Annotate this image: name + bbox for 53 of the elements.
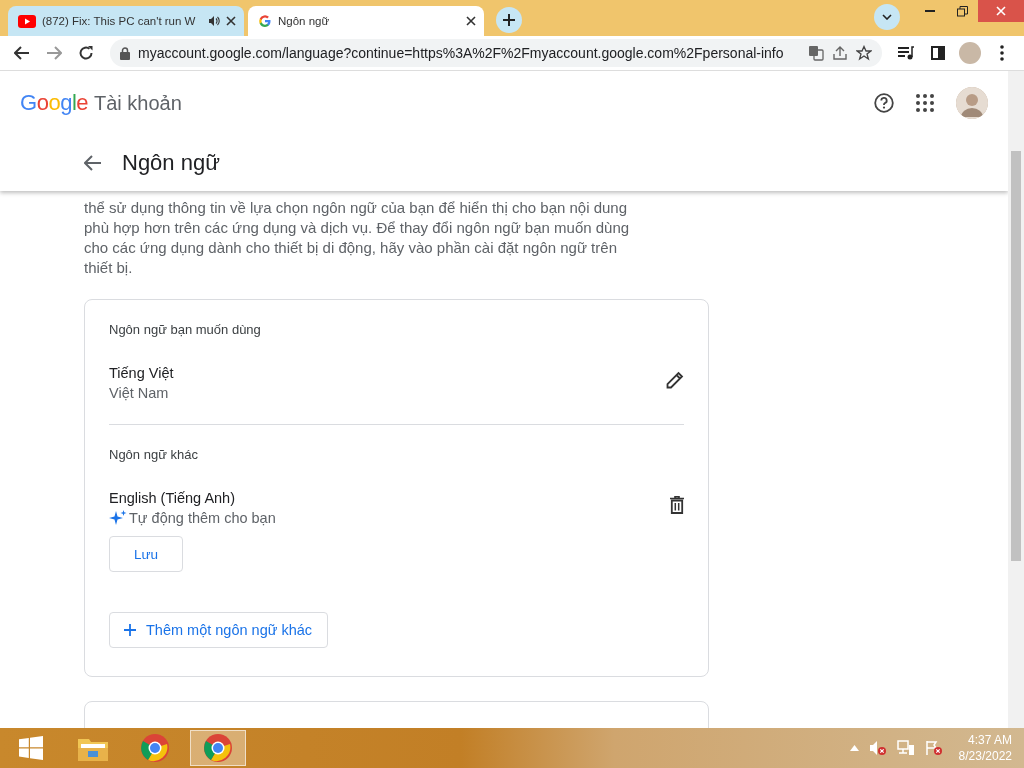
new-tab-button[interactable] xyxy=(496,7,522,33)
save-button[interactable]: Lưu xyxy=(109,536,183,572)
flag-icon[interactable] xyxy=(924,740,943,756)
forward-icon[interactable] xyxy=(46,46,62,60)
browser-tab[interactable]: Ngôn ngữ xyxy=(248,6,484,36)
windows-start-icon[interactable] xyxy=(19,736,43,760)
muted-speaker-icon[interactable] xyxy=(868,740,887,756)
restore-icon xyxy=(956,5,968,17)
tab-search-button[interactable] xyxy=(874,4,900,30)
help-icon[interactable] xyxy=(874,93,894,113)
back-icon[interactable] xyxy=(14,46,30,60)
translate-icon[interactable] xyxy=(808,45,824,61)
taskbar-button[interactable] xyxy=(190,730,246,766)
play-icon xyxy=(18,14,36,28)
auto-added-note: Tự động thêm cho bạn xyxy=(129,509,276,528)
close-icon[interactable] xyxy=(226,16,236,26)
language-name: English (Tiếng Anh) xyxy=(109,489,235,508)
browser-tab[interactable]: (872) Fix: This PC can't run W xyxy=(8,6,244,36)
reload-icon[interactable] xyxy=(78,45,94,61)
plus-icon xyxy=(503,14,515,26)
section-heading: Ngôn ngữ bạn muốn dùng xyxy=(109,322,262,337)
page-title: Ngôn ngữ xyxy=(122,150,220,176)
media-icon[interactable] xyxy=(898,46,914,60)
star-icon[interactable] xyxy=(856,45,872,61)
description-text: thể sử dụng thông tin về lựa chọn ngôn ngữ của bạn để hiển thị cho bạn nội dung phù hợp hơn trên các ứng dụng và dịch vụ. Để thay đổi ngôn ngữ bạn muốn dùng cho các ứng dụng dành cho thiết bị di động, hãy vào phần cài đặt ngôn ngữ trên thiết bị. xyxy=(84,198,631,278)
lock-icon xyxy=(120,46,130,60)
apps-grid-icon[interactable] xyxy=(916,94,934,112)
google-logo[interactable]: Google xyxy=(20,90,88,116)
section-heading: Ngôn ngữ khác xyxy=(109,447,199,462)
edit-icon[interactable] xyxy=(666,371,684,389)
product-name: Tài khoản xyxy=(94,91,182,115)
speaker-icon[interactable] xyxy=(208,15,220,27)
avatar[interactable] xyxy=(956,87,988,119)
back-arrow-icon[interactable] xyxy=(84,155,102,171)
region-name: Việt Nam xyxy=(109,384,169,403)
address-bar[interactable]: myaccount.google.com/language?continue=https%3A%2F%2Fmyaccount.google.com%2Fpersonal-info xyxy=(110,39,882,67)
scrollbar-thumb[interactable] xyxy=(1011,151,1021,561)
add-language-button[interactable]: Thêm một ngôn ngữ khác xyxy=(109,612,329,648)
language-name: Tiếng Việt xyxy=(109,364,174,383)
share-icon[interactable] xyxy=(832,45,848,61)
scrollbar[interactable] xyxy=(1008,71,1024,728)
g-icon xyxy=(258,14,272,28)
url-text: myaccount.google.com/language?continue=https%3A%2F%2Fmyaccount.google.com%2Fpersonal-info xyxy=(138,45,785,61)
minimize-icon xyxy=(925,10,935,12)
sparkle-icon xyxy=(109,510,127,526)
side-panel-icon[interactable] xyxy=(931,46,945,60)
delete-icon[interactable] xyxy=(670,496,684,514)
close-icon[interactable] xyxy=(466,16,476,26)
menu-icon[interactable] xyxy=(1000,45,1004,61)
chrome-icon[interactable] xyxy=(203,733,233,763)
chevron-down-icon xyxy=(882,14,892,20)
chrome-icon[interactable] xyxy=(140,733,170,763)
plus-icon xyxy=(124,624,136,636)
